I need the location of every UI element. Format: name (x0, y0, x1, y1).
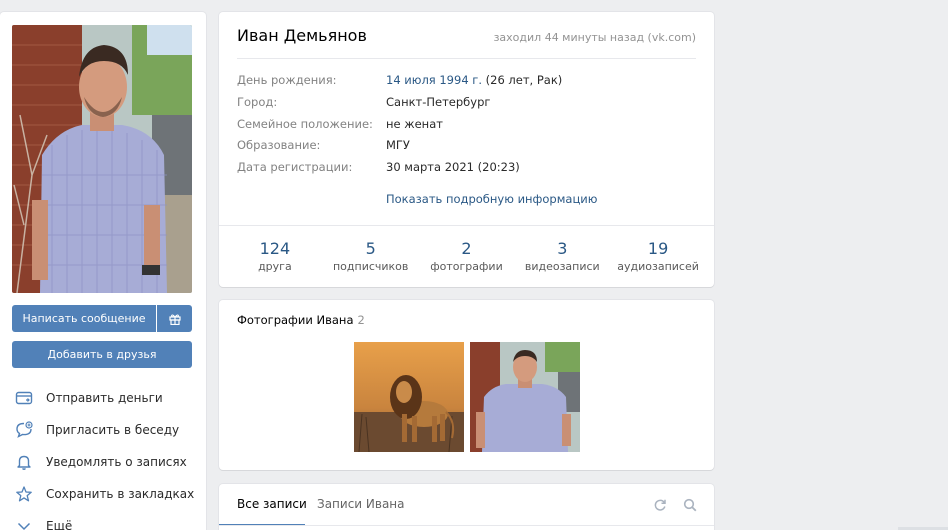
counter-label: фотографии (430, 260, 503, 273)
menu-item-label: Сохранить в закладках (46, 487, 195, 501)
chevron-down-icon (14, 516, 34, 530)
divider (219, 525, 714, 526)
divider (237, 58, 696, 59)
profile-sidebar: Написать сообщение Добавить в друзья Отп… (0, 12, 206, 530)
add-friend-button[interactable]: Добавить в друзья (12, 341, 192, 368)
profile-actions: Написать сообщение (12, 305, 192, 332)
registration-value: 30 марта 2021 (20:23) (386, 160, 520, 174)
city-label: Город: (237, 95, 278, 109)
invite-chat-icon (14, 420, 34, 440)
education-label: Образование: (237, 138, 321, 152)
profile-info-card: Иван Демьянов заходил 44 минуты назад (v… (219, 12, 714, 287)
menu-item-bookmark[interactable]: Сохранить в закладках (12, 478, 202, 510)
menu-item-more[interactable]: Ещё (12, 510, 202, 530)
counter-label: аудиозаписей (617, 260, 699, 273)
info-row-city: Город: Санкт-Петербург (237, 95, 490, 111)
counter-label: друга (258, 260, 292, 273)
counter-label: подписчиков (332, 260, 409, 273)
show-detailed-info-link[interactable]: Показать подробную информацию (386, 192, 597, 206)
counter-value: 3 (557, 239, 568, 258)
info-row-registration: Дата регистрации: 30 марта 2021 (20:23) (237, 160, 520, 176)
last-seen-status: заходил 44 минуты назад (vk.com) (493, 31, 696, 44)
birthday-extra: (26 лет, Рак) (482, 73, 563, 87)
tab-owner-posts[interactable]: Записи Ивана (317, 497, 405, 511)
menu-item-label: Отправить деньги (46, 391, 163, 405)
money-transfer-icon (14, 388, 34, 408)
counter-value: 19 (647, 239, 669, 258)
wall-card: Все записи Записи Ивана (219, 484, 714, 530)
gift-button[interactable] (157, 305, 192, 332)
relationship-link[interactable]: не женат (386, 117, 443, 133)
profile-name: Иван Демьянов (237, 26, 367, 45)
menu-item-label: Уведомлять о записях (46, 455, 187, 469)
search-icon[interactable] (683, 497, 697, 512)
tab-all-posts[interactable]: Все записи (237, 497, 307, 511)
profile-counters: 124 друга 5 подписчиков 2 фотографии 3 в… (219, 239, 714, 274)
profile-actions-menu: Отправить деньги Пригласить в беседу Уве… (12, 382, 202, 530)
birthday-label: День рождения: (237, 73, 337, 87)
info-row-education: Образование: МГУ (237, 138, 410, 154)
menu-item-notify[interactable]: Уведомлять о записях (12, 446, 202, 478)
menu-item-send-money[interactable]: Отправить деньги (12, 382, 202, 414)
counter-videos[interactable]: 3 видеозаписи (517, 239, 607, 274)
registration-label: Дата регистрации: (237, 160, 353, 174)
photos-header[interactable]: Фотографии Ивана 2 (237, 313, 365, 327)
photos-card: Фотографии Ивана 2 (219, 300, 714, 470)
write-message-button[interactable]: Написать сообщение (12, 305, 156, 332)
star-icon (14, 484, 34, 504)
info-row-relationship: Семейное положение: не женат (237, 117, 443, 133)
counter-photos[interactable]: 2 фотографии (421, 239, 511, 274)
menu-item-label: Ещё (46, 519, 73, 530)
relationship-label: Семейное положение: (237, 117, 373, 131)
counter-followers[interactable]: 5 подписчиков (326, 239, 416, 274)
counter-value: 2 (461, 239, 472, 258)
photo-thumbnail-lion[interactable] (354, 342, 464, 452)
info-row-birthday: День рождения: 14 июля 1994 г. (26 лет, … (237, 73, 562, 89)
refresh-icon[interactable] (653, 497, 667, 511)
gift-icon (168, 313, 181, 325)
birthday-date-link[interactable]: 14 июля 1994 г. (386, 73, 482, 87)
city-link[interactable]: Санкт-Петербург (386, 95, 490, 111)
counter-label: видеозаписи (524, 260, 600, 273)
profile-avatar[interactable] (12, 25, 192, 293)
photos-count: 2 (357, 313, 365, 327)
photo-thumbnail-portrait[interactable] (470, 342, 580, 452)
education-link[interactable]: МГУ (386, 138, 410, 154)
menu-item-label: Пригласить в беседу (46, 423, 180, 437)
counter-value: 124 (259, 239, 291, 258)
menu-item-invite-chat[interactable]: Пригласить в беседу (12, 414, 202, 446)
bell-icon (14, 452, 34, 472)
divider (219, 225, 714, 226)
photos-title: Фотографии Ивана (237, 313, 354, 327)
counter-friends[interactable]: 124 друга (230, 239, 320, 274)
counter-value: 5 (365, 239, 376, 258)
counter-audios[interactable]: 19 аудиозаписей (613, 239, 703, 274)
